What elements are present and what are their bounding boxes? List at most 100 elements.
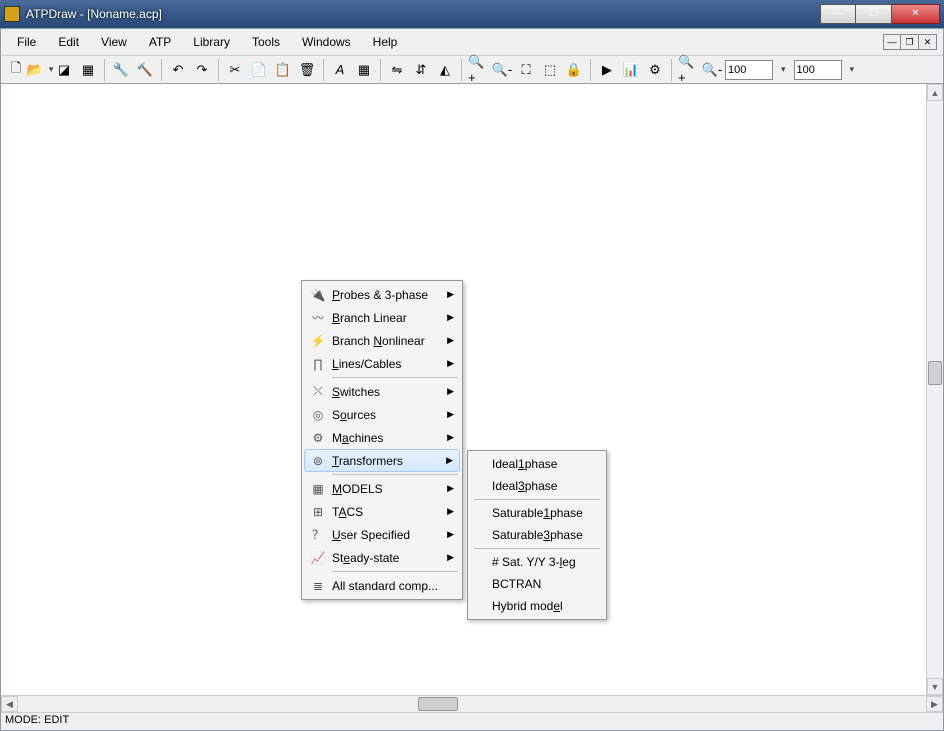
context-item[interactable]: 〰Branch Linear▶ [304,306,460,329]
submenu-item[interactable]: Ideal 3 phase [470,475,604,497]
submenu-item[interactable]: Ideal 1 phase [470,453,604,475]
context-item[interactable]: ⤬Switches▶ [304,380,460,403]
open-icon[interactable]: 📂▾ [29,59,51,81]
zoom-fit-icon[interactable]: ⛶ [515,59,537,81]
submenu-item[interactable]: Saturable 3 phase [470,524,604,546]
mdi-minimize-button[interactable]: — [883,34,901,50]
zoom-in-icon[interactable]: 🔍+ [467,59,489,81]
submenu-item[interactable]: # Sat. Y/Y 3-leg [470,551,604,573]
submenu-arrow-icon: ▶ [447,358,454,369]
menu-item-label: Sources [328,408,442,422]
context-menu: 🔌Probes & 3-phase▶〰Branch Linear▶⚡Branch… [301,280,463,600]
menu-item-label: Switches [328,385,442,399]
menu-item-icon: ◎ [308,407,328,423]
menu-view[interactable]: View [91,33,137,51]
menu-item-icon: ≣ [308,578,328,594]
cut-icon[interactable]: ✂ [224,59,246,81]
context-item[interactable]: ≣All standard comp... [304,574,460,597]
mdi-close-button[interactable]: ✕ [919,34,937,50]
run-icon[interactable]: ▶ [596,59,618,81]
results-icon[interactable]: 📊 [620,59,642,81]
menu-item-icon: ⚡ [308,333,328,349]
submenu-arrow-icon: ▶ [446,455,453,466]
flip-h-icon[interactable]: ⇋ [386,59,408,81]
menu-item-icon: 📈 [308,550,328,566]
submenu-arrow-icon: ▶ [447,483,454,494]
context-item[interactable]: 📈Steady-state▶ [304,546,460,569]
zoom-out-2-icon[interactable]: 🔍- [701,59,723,81]
save-icon[interactable]: ◪ [53,59,75,81]
menubar: File Edit View ATP Library Tools Windows… [1,29,943,56]
grid-icon[interactable]: ▦ [353,59,375,81]
mirror-icon[interactable]: ◭ [434,59,456,81]
dropdown-icon[interactable]: ▾ [850,64,855,75]
context-item[interactable]: ？User Specified▶ [304,523,460,546]
scroll-right-icon[interactable]: ▶ [926,696,943,712]
context-item[interactable]: ⚙Machines▶ [304,426,460,449]
submenu-item[interactable]: Saturable 1 phase [470,502,604,524]
menu-tools[interactable]: Tools [242,33,290,51]
menu-help[interactable]: Help [363,33,408,51]
menu-library[interactable]: Library [183,33,240,51]
submenu-arrow-icon: ▶ [447,335,454,346]
drawing-canvas[interactable]: 🔌Probes & 3-phase▶〰Branch Linear▶⚡Branch… [1,84,926,695]
scroll-track[interactable] [927,101,943,678]
settings-icon[interactable]: ⚙ [644,59,666,81]
menu-item-label: Lines/Cables [328,357,442,371]
zoom-out-icon[interactable]: 🔍- [491,59,513,81]
menu-file[interactable]: File [7,33,46,51]
submenu-arrow-icon: ▶ [447,529,454,540]
scroll-left-icon[interactable]: ◀ [1,696,18,712]
new-icon[interactable]: 🗋 [5,59,27,81]
paste-icon[interactable]: 📋 [272,59,294,81]
context-item[interactable]: ▦MODELS▶ [304,477,460,500]
scroll-up-icon[interactable]: ▲ [927,84,943,101]
context-item[interactable]: ⊚Transformers▶ [304,449,460,472]
separator [104,59,105,81]
undo-icon[interactable]: ↶ [167,59,189,81]
context-item[interactable]: ◎Sources▶ [304,403,460,426]
menu-item-icon: ？ [308,527,328,543]
mdi-restore-button[interactable]: ❐ [901,34,919,50]
font-icon[interactable]: A [329,59,351,81]
flip-v-icon[interactable]: ⇵ [410,59,432,81]
menu-item-label: TACS [328,505,442,519]
menu-edit[interactable]: Edit [48,33,89,51]
redo-icon[interactable]: ↷ [191,59,213,81]
lock-icon[interactable]: 🔒 [563,59,585,81]
menu-item-label: Branch Nonlinear [328,334,442,348]
horizontal-scrollbar[interactable]: ◀ ▶ [1,695,943,712]
minimize-button[interactable]: — [820,4,856,24]
separator [671,59,672,81]
submenu-item[interactable]: BCTRAN [470,573,604,595]
context-item[interactable]: ⊞TACS▶ [304,500,460,523]
tool2-icon[interactable]: 🔨 [134,59,156,81]
select-icon[interactable]: ⬚ [539,59,561,81]
context-item[interactable]: ⚡Branch Nonlinear ▶ [304,329,460,352]
scroll-thumb[interactable] [928,361,942,385]
maximize-button[interactable]: ☐ [856,4,892,24]
separator [474,548,600,549]
context-item[interactable]: ∏Lines/Cables▶ [304,352,460,375]
zoom-input-1[interactable] [725,60,773,80]
submenu-item[interactable]: Hybrid model [470,595,604,617]
saveall-icon[interactable]: ▦ [77,59,99,81]
close-button[interactable]: ✕ [892,4,940,24]
zoom-in-2-icon[interactable]: 🔍+ [677,59,699,81]
delete-icon[interactable]: 🗑 [296,59,318,81]
copy-icon[interactable]: 📄 [248,59,270,81]
menu-atp[interactable]: ATP [139,33,181,51]
separator [332,474,458,475]
dropdown-icon[interactable]: ▾ [781,64,786,75]
scroll-track[interactable] [18,696,926,712]
zoom-input-2[interactable] [794,60,842,80]
context-item[interactable]: 🔌Probes & 3-phase▶ [304,283,460,306]
vertical-scrollbar[interactable]: ▲ ▼ [926,84,943,695]
menu-item-icon: ⤬ [308,384,328,400]
menu-item-icon: 🔌 [308,287,328,303]
menu-windows[interactable]: Windows [292,33,361,51]
scroll-thumb[interactable] [418,697,458,711]
scroll-down-icon[interactable]: ▼ [927,678,943,695]
submenu-arrow-icon: ▶ [447,289,454,300]
tool-icon[interactable]: 🔧 [110,59,132,81]
